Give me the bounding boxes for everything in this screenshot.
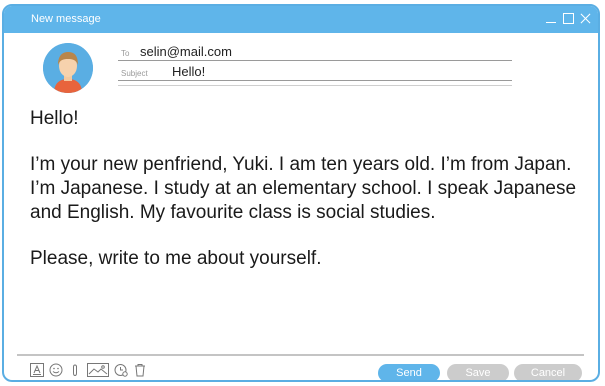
avatar-icon (43, 43, 93, 93)
subject-label: Subject (121, 69, 148, 78)
window-controls (544, 10, 592, 26)
minimize-icon[interactable] (544, 10, 558, 26)
send-button[interactable]: Send (378, 364, 440, 380)
message-greeting: Hello! (30, 108, 79, 129)
to-label: To (121, 49, 130, 58)
subject-field[interactable]: Subject Hello! (118, 63, 512, 81)
trash-icon[interactable] (133, 363, 147, 377)
message-window: New message To selin@mail.com Subject He… (2, 4, 600, 382)
image-icon[interactable] (87, 363, 109, 377)
title-bar: New message (4, 6, 598, 33)
to-value[interactable]: selin@mail.com (140, 44, 232, 59)
to-field[interactable]: To selin@mail.com (118, 43, 512, 61)
close-icon[interactable] (578, 10, 592, 26)
schedule-icon[interactable] (114, 363, 128, 377)
text-format-icon[interactable] (30, 363, 44, 377)
save-button[interactable]: Save (447, 364, 509, 380)
cancel-button[interactable]: Cancel (514, 364, 582, 380)
message-body[interactable]: Hello! I’m your new penfriend, Yuki. I a… (30, 107, 590, 271)
compose-toolbar (30, 363, 147, 377)
message-closing: Please, write to me about yourself. (30, 248, 322, 269)
header-divider (118, 85, 512, 86)
window-title: New message (31, 13, 101, 25)
emoji-icon[interactable] (49, 363, 63, 377)
message-paragraph: I’m your new penfriend, Yuki. I am ten y… (30, 154, 577, 223)
subject-value[interactable]: Hello! (172, 64, 205, 79)
footer-divider (17, 354, 584, 356)
avatar (43, 43, 93, 93)
maximize-icon[interactable] (561, 10, 575, 26)
attachment-icon[interactable] (68, 363, 82, 377)
